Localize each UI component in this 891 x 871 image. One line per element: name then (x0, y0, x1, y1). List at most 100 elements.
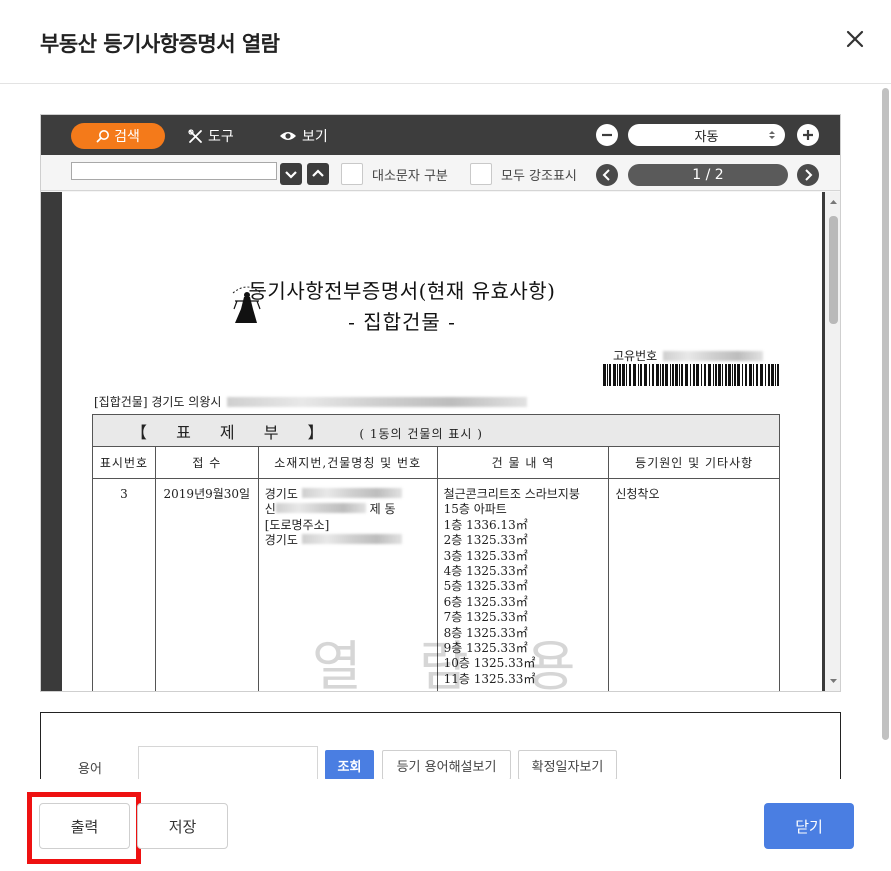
column-header: 등기원인 및 기타사항 (608, 446, 780, 479)
barcode-bar (644, 364, 647, 386)
barcode-bar (775, 364, 776, 386)
highlight-all-checkbox[interactable] (470, 163, 492, 185)
zoom-out-button[interactable] (596, 124, 618, 146)
chevron-up-icon (312, 169, 324, 177)
barcode-bar (737, 364, 740, 386)
glossary-button[interactable]: 등기 용어해설보기 (382, 750, 511, 780)
tools-button-label: 도구 (208, 129, 234, 145)
find-bar: 대소문자 구분 모두 강조표시 1 / 2 (41, 155, 840, 191)
document-area: 등기사항전부증명서(현재 유효사항) - 집합건물 - 고유번호 [집합건물] … (41, 192, 840, 691)
barcode-bar (662, 364, 664, 386)
close-button[interactable]: 닫기 (764, 803, 854, 849)
plus-icon (803, 130, 813, 140)
barcode-bar (622, 364, 625, 386)
barcode-bar (765, 364, 766, 386)
barcode-bar (742, 364, 743, 386)
barcode-bar (638, 364, 639, 386)
column-header: 소재지번,건물명칭 및 번호 (257, 446, 438, 479)
barcode-bar (696, 364, 699, 386)
caret-down-icon (830, 679, 837, 683)
barcode-bar (675, 364, 678, 386)
section-subtitle: ( 1동의 건물의 표시 ) (359, 426, 483, 441)
barcode-bar (760, 364, 763, 386)
barcode-bar (728, 364, 731, 386)
minus-icon (602, 133, 612, 137)
modal-header: 부동산 등기사항증명서 열람 (0, 0, 891, 84)
body-scrollbar-thumb[interactable] (882, 88, 889, 740)
save-button[interactable]: 저장 (137, 803, 228, 849)
confirm-date-button[interactable]: 확정일자보기 (518, 750, 617, 780)
location-line: 신 제 동 (264, 502, 396, 517)
print-button[interactable]: 출력 (39, 803, 130, 849)
barcode-bar (633, 364, 636, 386)
building-line: 4층 1325.33㎡ (443, 564, 528, 579)
location-line: 경기도 (265, 533, 431, 548)
barcode-bar (626, 364, 627, 386)
row-received: 2019년9월30일 (154, 478, 259, 691)
search-button[interactable]: 검색 (71, 123, 165, 149)
barcode-bar (679, 364, 680, 386)
document-scrollbar-thumb[interactable] (829, 216, 838, 324)
barcode-bar (745, 364, 747, 386)
building-line: 11층 1325.33㎡ (443, 671, 536, 686)
barcode-bar (640, 364, 642, 386)
building-line: 2층 1325.33㎡ (443, 533, 528, 548)
prev-page-button[interactable] (596, 164, 618, 186)
barcode-bar (681, 364, 683, 386)
barcode-bar (607, 364, 608, 386)
find-next-button[interactable] (280, 163, 302, 185)
modal-title: 부동산 등기사항증명서 열람 (40, 32, 280, 56)
pdf-viewer: 검색 도구 보기 자동 대소문자 구분 모두 강조표시 1 / 2 등기사항전부… (40, 114, 841, 692)
highlight-all-label: 모두 강조표시 (501, 169, 577, 184)
barcode-bar (685, 364, 688, 386)
building-line: 9층 1325.33㎡ (443, 641, 528, 656)
barcode-bar (718, 364, 721, 386)
close-icon[interactable] (838, 22, 872, 56)
view-button[interactable]: 보기 (279, 123, 328, 149)
row-number: 3 (92, 478, 156, 691)
case-sensitive-label: 대소문자 구분 (372, 169, 448, 184)
redacted-address (227, 396, 528, 407)
building-line: 7층 1325.33㎡ (443, 610, 528, 625)
barcode (603, 364, 779, 386)
barcode-bar (603, 364, 606, 386)
building-address-text: [집합건물] 경기도 의왕시 (94, 395, 222, 409)
next-page-button[interactable] (797, 164, 819, 186)
building-line: 3층 1325.33㎡ (443, 548, 528, 563)
title-section-table: 【 표 제 부 】 ( 1동의 건물의 표시 ) 표시번호 접 수 소재지번,건… (92, 414, 780, 691)
barcode-bar (672, 364, 674, 386)
search-button-label: 검색 (114, 129, 140, 145)
building-line: 10층 1325.33㎡ (443, 656, 536, 671)
barcode-bar (768, 364, 770, 386)
building-address: [집합건물] 경기도 의왕시 (94, 393, 528, 410)
barcode-bar (756, 364, 758, 386)
lookup-button[interactable]: 조회 (325, 750, 374, 780)
barcode-bar (670, 364, 671, 386)
column-header: 표시번호 (92, 446, 156, 479)
barcode-bar (652, 364, 654, 386)
chevron-left-icon (602, 169, 610, 181)
document-subtitle: - 집합건물 - (348, 310, 456, 334)
case-sensitive-checkbox[interactable] (341, 163, 363, 185)
zoom-in-button[interactable] (797, 124, 819, 146)
page-indicator[interactable]: 1 / 2 (628, 164, 788, 186)
unique-number-label: 고유번호 (613, 349, 658, 363)
tools-button[interactable]: 도구 (188, 123, 234, 149)
barcode-bar (708, 364, 711, 386)
zoom-select[interactable]: 자동 (628, 124, 785, 146)
barcode-bar (629, 364, 631, 386)
unique-number: 고유번호 (613, 347, 764, 364)
barcode-bar (704, 364, 706, 386)
barcode-bar (749, 364, 752, 386)
barcode-bar (722, 364, 723, 386)
find-input[interactable] (71, 162, 277, 180)
location-line: [도로명주소] (264, 517, 330, 532)
barcode-bar (660, 364, 661, 386)
building-line: 5층 1325.33㎡ (443, 579, 528, 594)
barcode-bar (701, 364, 702, 386)
building-line: 8층 1325.33㎡ (443, 625, 528, 640)
find-prev-button[interactable] (307, 163, 329, 185)
column-header: 건 물 내 역 (436, 446, 610, 479)
barcode-bar (732, 364, 733, 386)
building-line: 15층 아파트 (443, 502, 507, 517)
